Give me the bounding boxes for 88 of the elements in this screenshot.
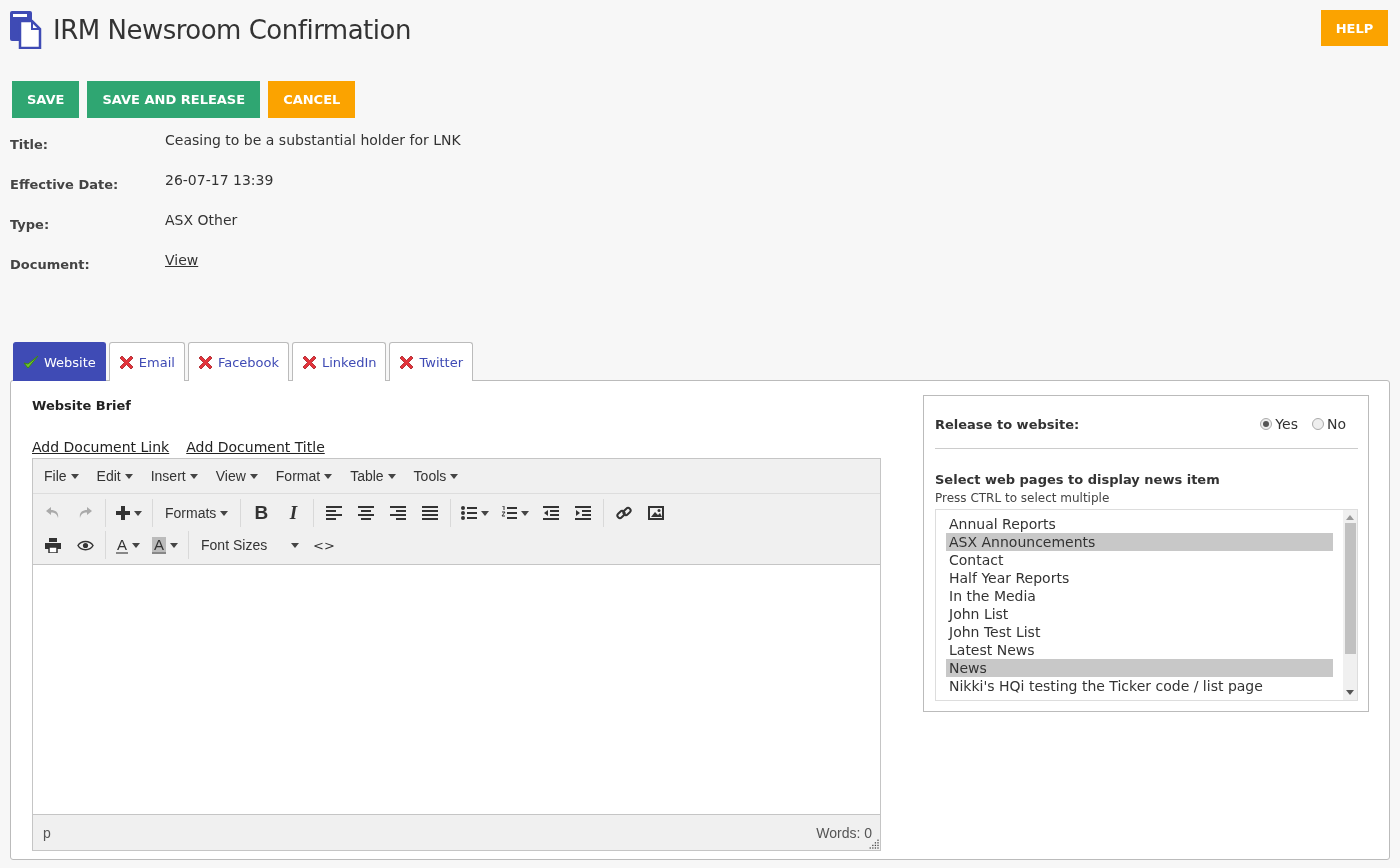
- hint-text: Press CTRL to select multiple: [935, 491, 1111, 505]
- formats-dropdown[interactable]: Formats: [157, 499, 237, 527]
- caret-icon: [324, 473, 333, 479]
- page-title: IRM Newsroom Confirmation: [53, 15, 411, 45]
- cross-icon: [118, 354, 134, 370]
- eye-icon: [76, 539, 94, 551]
- list-option[interactable]: Latest News: [946, 641, 1333, 659]
- radio-option[interactable]: Yes: [1260, 416, 1298, 432]
- menu-item[interactable]: Tools: [404, 468, 468, 484]
- numbered-list-icon: [501, 506, 518, 520]
- background-color-button[interactable]: A: [146, 531, 185, 559]
- menu-item[interactable]: Insert: [141, 468, 207, 484]
- cross-icon: [302, 354, 317, 370]
- add-link[interactable]: Add Document Link: [32, 439, 170, 455]
- menu-item[interactable]: File: [35, 468, 88, 484]
- tab[interactable]: Email: [108, 342, 185, 381]
- check-icon: [23, 354, 39, 370]
- field-label: Type:: [10, 216, 51, 232]
- text-color-button[interactable]: A: [110, 531, 146, 559]
- align-left-icon: [326, 506, 343, 520]
- redo-icon: [78, 507, 92, 519]
- caret-icon: [170, 542, 179, 548]
- list-option[interactable]: Half Year Reports: [946, 569, 1333, 587]
- add-link[interactable]: Add Document Title: [186, 439, 325, 455]
- menu-item[interactable]: Edit: [87, 468, 142, 484]
- field-label: Title:: [10, 136, 49, 152]
- caret-icon: [70, 473, 79, 479]
- radio-option[interactable]: No: [1311, 416, 1346, 432]
- list-option[interactable]: John List: [946, 605, 1333, 623]
- menu-item[interactable]: Table: [341, 468, 405, 484]
- word-count: Words: 0: [816, 824, 872, 841]
- align-right-icon: [390, 506, 407, 520]
- field-value: Ceasing to be a substantial holder for LNK: [165, 131, 461, 148]
- caret-icon: [134, 510, 142, 516]
- undo-icon: [46, 507, 60, 519]
- caret-icon: [521, 510, 530, 516]
- list-option[interactable]: John Test List: [946, 623, 1333, 641]
- tab[interactable]: LinkedIn: [292, 342, 387, 381]
- list-option[interactable]: ASX Announcements: [946, 533, 1333, 551]
- tab[interactable]: Website: [13, 342, 106, 381]
- field-value: 26-07-17 13:39: [165, 171, 274, 188]
- list-option[interactable]: Nikki's HQi testing the Ticker code / list page: [946, 677, 1333, 695]
- indent-icon: [575, 506, 592, 520]
- caret-icon: [450, 473, 459, 479]
- cross-icon: [399, 354, 415, 370]
- element-path: p: [43, 824, 51, 841]
- field-value: ASX Other: [165, 211, 238, 228]
- resize-grip-icon[interactable]: [869, 839, 879, 849]
- tab[interactable]: Twitter: [389, 342, 474, 381]
- outdent-icon: [543, 506, 560, 520]
- caret-icon: [124, 473, 133, 479]
- scrollbar[interactable]: [1343, 510, 1357, 700]
- list-option[interactable]: News: [946, 659, 1333, 677]
- field-label: Effective Date:: [10, 176, 120, 192]
- pages-listbox[interactable]: Annual Reports ASX Announcements Contact Half Year Reports In the Media John List John Test List Latest News News Nikki's HQi testing the Ticker code / list page: [935, 509, 1358, 701]
- cross-icon: [197, 354, 213, 370]
- source-code-button[interactable]: <>: [307, 531, 341, 559]
- caret-icon: [189, 473, 198, 479]
- font-sizes-dropdown[interactable]: Font Sizes: [193, 531, 308, 559]
- justify-icon: [422, 506, 439, 520]
- link-icon: [616, 505, 633, 521]
- section-heading: Select web pages to display news item: [935, 472, 1221, 487]
- caret-icon: [220, 510, 229, 516]
- caret-icon: [249, 473, 258, 479]
- bold-button[interactable]: B: [245, 499, 278, 527]
- document-icon: [10, 11, 44, 49]
- plus-icon: [116, 506, 130, 520]
- view-link[interactable]: View: [165, 248, 199, 268]
- image-icon: [648, 506, 665, 520]
- list-option[interactable]: Contact: [946, 551, 1333, 569]
- italic-button[interactable]: I: [277, 499, 310, 527]
- section-heading: Website Brief: [32, 398, 132, 413]
- release-label: Release to website:: [935, 416, 1080, 432]
- bullet-list-icon: [461, 506, 478, 520]
- align-center-icon: [358, 506, 375, 520]
- caret-icon: [481, 510, 490, 516]
- tab[interactable]: Facebook: [187, 342, 289, 381]
- menu-item[interactable]: Format: [266, 468, 342, 484]
- list-option[interactable]: In the Media: [946, 587, 1333, 605]
- menu-item[interactable]: View: [206, 468, 267, 484]
- printer-icon: [45, 537, 61, 553]
- scroll-up-icon: [1346, 515, 1354, 520]
- list-option[interactable]: Annual Reports: [946, 515, 1333, 533]
- caret-icon: [132, 542, 140, 548]
- field-label: Document:: [10, 256, 91, 272]
- scroll-down-icon: [1346, 690, 1354, 695]
- caret-icon: [291, 542, 300, 548]
- caret-icon: [387, 473, 396, 479]
